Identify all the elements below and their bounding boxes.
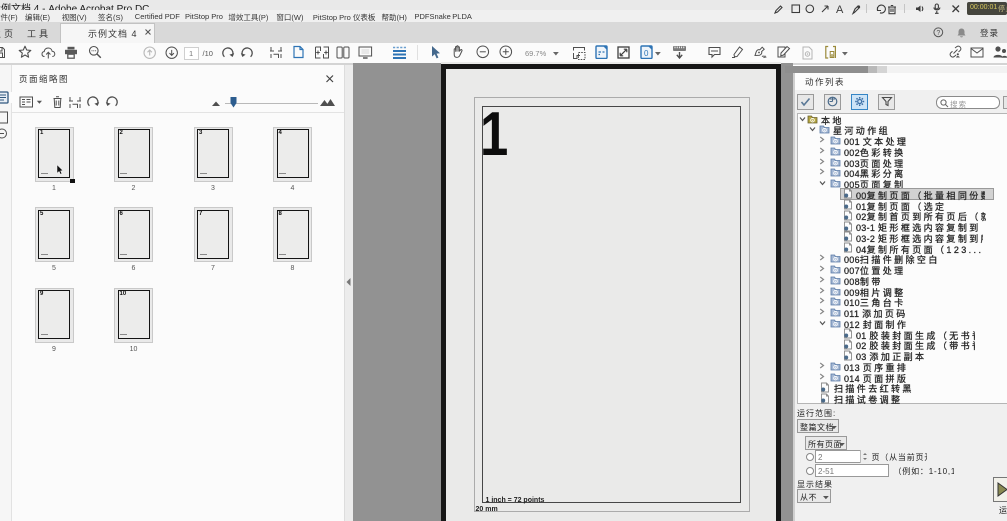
svg-text:?: ? [936,30,940,37]
svg-text:A: A [836,4,844,15]
svg-text:0: 0 [644,49,649,58]
